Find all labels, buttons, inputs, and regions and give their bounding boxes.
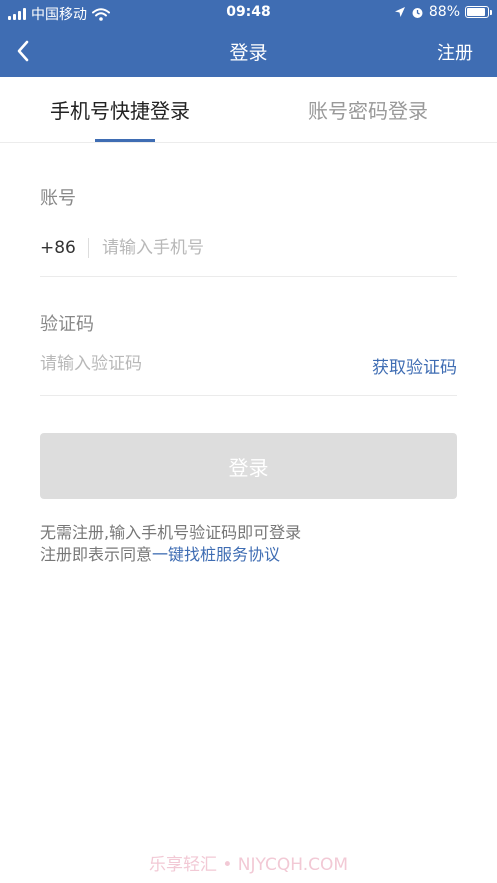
agreement-prefix: 注册即表示同意 <box>40 545 153 564</box>
chevron-left-icon <box>17 40 29 62</box>
login-tabs: 手机号快捷登录 账号密码登录 <box>0 77 497 143</box>
tab-phone-quick-login[interactable]: 手机号快捷登录 <box>50 95 190 124</box>
login-button[interactable]: 登录 <box>40 433 457 499</box>
tab-account-password-login[interactable]: 账号密码登录 <box>308 95 428 124</box>
register-button[interactable]: 注册 <box>437 39 473 65</box>
back-button[interactable] <box>8 34 38 68</box>
battery-fill <box>467 8 485 16</box>
no-register-note: 无需注册,输入手机号验证码即可登录 <box>40 523 302 542</box>
watermark: 乐享轻汇 • NJYCQH.COM <box>148 855 349 875</box>
status-right: 88% <box>394 4 492 20</box>
active-tab-indicator <box>95 139 155 142</box>
get-code-button[interactable]: 获取验证码 <box>372 353 457 378</box>
phone-divider <box>40 276 457 277</box>
verification-code-label: 验证码 <box>40 314 94 335</box>
location-icon <box>394 7 405 17</box>
verification-code-input[interactable] <box>40 352 330 376</box>
country-code-separator <box>88 238 89 258</box>
account-label: 账号 <box>40 188 76 209</box>
battery-icon <box>465 6 492 18</box>
battery-percent: 88% <box>428 4 460 20</box>
country-code[interactable]: +86 <box>40 238 76 258</box>
agreement-note: 注册即表示同意一键找桩服务协议 <box>40 541 280 565</box>
status-bar: 中国移动 09:48 88% <box>0 0 497 26</box>
alarm-icon <box>412 7 423 18</box>
service-agreement-link[interactable]: 一键找桩服务协议 <box>152 545 280 564</box>
phone-input[interactable] <box>102 236 457 260</box>
page-title: 登录 <box>229 42 268 64</box>
top-header: 中国移动 09:48 88% 登录 注册 <box>0 0 497 77</box>
code-divider <box>40 395 457 396</box>
